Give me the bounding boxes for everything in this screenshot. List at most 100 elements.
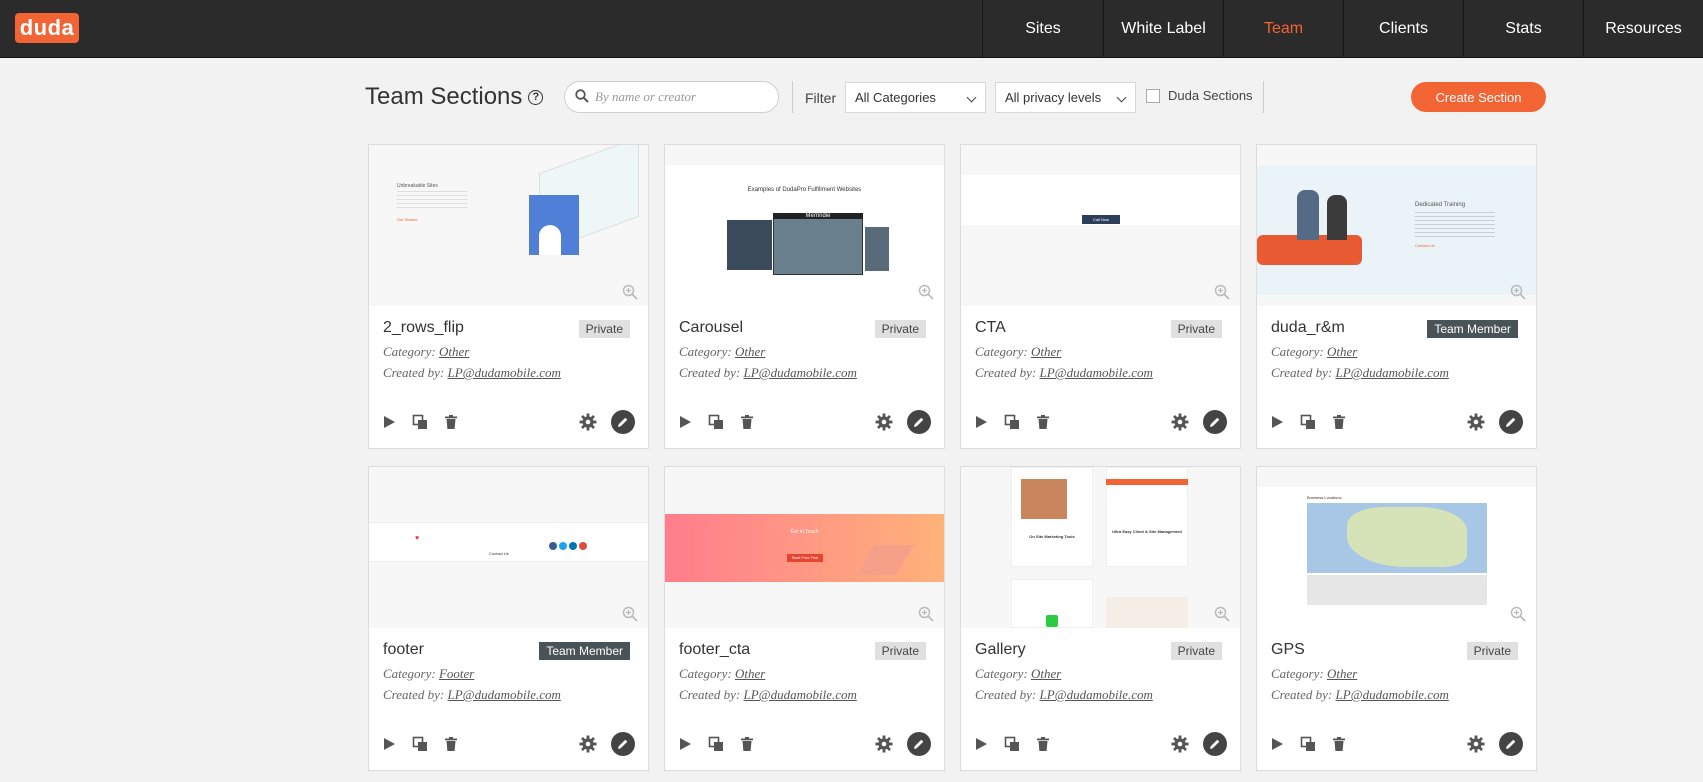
edit-button[interactable] — [1499, 732, 1523, 756]
nav-item-stats[interactable]: Stats — [1463, 0, 1583, 58]
trash-icon[interactable] — [739, 414, 755, 430]
duda-logo[interactable]: duda — [15, 13, 79, 43]
zoom-icon[interactable] — [1510, 606, 1526, 622]
edit-button[interactable] — [611, 732, 635, 756]
nav-item-white-label[interactable]: White Label — [1103, 0, 1223, 58]
trash-icon[interactable] — [443, 736, 459, 752]
creator-link[interactable]: LP@dudamobile.com — [1040, 687, 1153, 702]
preview-text: Business Locations — [1307, 495, 1342, 500]
section-card[interactable]: Dedicated Training Contact Us duda_r&m T… — [1256, 144, 1537, 449]
preview-graphic — [1297, 190, 1319, 240]
category-select[interactable]: All Categories — [845, 82, 986, 113]
trash-icon[interactable] — [443, 414, 459, 430]
gear-icon[interactable] — [579, 735, 597, 753]
duplicate-icon[interactable] — [1004, 736, 1020, 752]
trash-icon[interactable] — [1331, 414, 1347, 430]
duplicate-icon[interactable] — [1300, 736, 1316, 752]
duplicate-icon[interactable] — [1300, 414, 1316, 430]
preview-play-icon[interactable] — [1269, 736, 1285, 752]
nav-item-resources[interactable]: Resources — [1583, 0, 1703, 58]
preview-play-icon[interactable] — [677, 736, 693, 752]
preview-play-icon[interactable] — [1269, 414, 1285, 430]
gear-icon[interactable] — [875, 735, 893, 753]
edit-button[interactable] — [1499, 410, 1523, 434]
category-link[interactable]: Other — [1327, 344, 1357, 359]
zoom-icon[interactable] — [622, 284, 638, 300]
duda-sections-toggle[interactable]: Duda Sections — [1146, 88, 1253, 103]
trash-icon[interactable] — [1035, 414, 1051, 430]
creator-link[interactable]: LP@dudamobile.com — [1336, 365, 1449, 380]
section-thumbnail[interactable]: On Site Marketing Tools Ultra Easy Clien… — [961, 467, 1240, 628]
category-link[interactable]: Other — [439, 344, 469, 359]
duda-sections-checkbox[interactable] — [1146, 88, 1160, 103]
trash-icon[interactable] — [1035, 736, 1051, 752]
duplicate-icon[interactable] — [1004, 414, 1020, 430]
creator-link[interactable]: LP@dudamobile.com — [1040, 365, 1153, 380]
edit-button[interactable] — [1203, 410, 1227, 434]
edit-button[interactable] — [907, 732, 931, 756]
section-thumbnail[interactable]: Get in Touch Start Free Trial — [665, 467, 944, 628]
section-card[interactable]: ♥ Contact Us footer Team Member Category… — [368, 466, 649, 771]
creator-link[interactable]: LP@dudamobile.com — [744, 687, 857, 702]
preview-play-icon[interactable] — [381, 414, 397, 430]
preview-graphic — [539, 225, 561, 255]
section-thumbnail[interactable]: ♥ Contact Us — [369, 467, 648, 628]
privacy-select[interactable]: All privacy levels — [995, 82, 1136, 113]
preview-play-icon[interactable] — [381, 736, 397, 752]
section-thumbnail[interactable]: Dedicated Training Contact Us — [1257, 145, 1536, 306]
gear-icon[interactable] — [1171, 413, 1189, 431]
gear-icon[interactable] — [1171, 735, 1189, 753]
section-card[interactable]: Unbreakable Sites Get Started 2_rows_fli… — [368, 144, 649, 449]
section-card[interactable]: Business Locations GPS Private Category:… — [1256, 466, 1537, 771]
zoom-icon[interactable] — [918, 284, 934, 300]
category-link[interactable]: Footer — [439, 666, 474, 681]
creator-link[interactable]: LP@dudamobile.com — [448, 687, 561, 702]
preview-play-icon[interactable] — [973, 414, 989, 430]
category-link[interactable]: Other — [1031, 344, 1061, 359]
creator-label: Created by: — [679, 687, 741, 702]
gear-icon[interactable] — [875, 413, 893, 431]
creator-link[interactable]: LP@dudamobile.com — [1336, 687, 1449, 702]
preview-text: Unbreakable Sites — [397, 183, 438, 189]
section-thumbnail[interactable]: Business Locations — [1257, 467, 1536, 628]
trash-icon[interactable] — [739, 736, 755, 752]
zoom-icon[interactable] — [1510, 284, 1526, 300]
section-card[interactable]: On Site Marketing Tools Ultra Easy Clien… — [960, 466, 1241, 771]
edit-button[interactable] — [907, 410, 931, 434]
category-link[interactable]: Other — [1031, 666, 1061, 681]
section-card[interactable]: Call Now CTA Private Category: Other Cre… — [960, 144, 1241, 449]
trash-icon[interactable] — [1331, 736, 1347, 752]
nav-item-team[interactable]: Team — [1223, 0, 1343, 58]
nav-item-sites[interactable]: Sites — [982, 0, 1103, 58]
duplicate-icon[interactable] — [708, 414, 724, 430]
section-card[interactable]: Get in Touch Start Free Trial footer_cta… — [664, 466, 945, 771]
duplicate-icon[interactable] — [708, 736, 724, 752]
section-thumbnail[interactable]: Unbreakable Sites Get Started — [369, 145, 648, 306]
creator-link[interactable]: LP@dudamobile.com — [744, 365, 857, 380]
section-thumbnail[interactable]: Examples of DudaPro Fulfillment Websites… — [665, 145, 944, 306]
zoom-icon[interactable] — [1214, 606, 1230, 622]
nav-item-clients[interactable]: Clients — [1343, 0, 1463, 58]
edit-button[interactable] — [1203, 732, 1227, 756]
zoom-icon[interactable] — [622, 606, 638, 622]
creator-link[interactable]: LP@dudamobile.com — [448, 365, 561, 380]
help-icon[interactable]: ? — [528, 89, 544, 105]
preview-play-icon[interactable] — [973, 736, 989, 752]
gear-icon[interactable] — [579, 413, 597, 431]
category-link[interactable]: Other — [735, 344, 765, 359]
search-input[interactable] — [595, 86, 770, 108]
duplicate-icon[interactable] — [412, 736, 428, 752]
preview-play-icon[interactable] — [677, 414, 693, 430]
category-link[interactable]: Other — [735, 666, 765, 681]
gear-icon[interactable] — [1467, 735, 1485, 753]
gear-icon[interactable] — [1467, 413, 1485, 431]
creator-label: Created by: — [383, 365, 445, 380]
edit-button[interactable] — [611, 410, 635, 434]
create-section-button[interactable]: Create Section — [1411, 82, 1546, 112]
section-card[interactable]: Examples of DudaPro Fulfillment Websites… — [664, 144, 945, 449]
category-link[interactable]: Other — [1327, 666, 1357, 681]
section-thumbnail[interactable]: Call Now — [961, 145, 1240, 306]
zoom-icon[interactable] — [1214, 284, 1230, 300]
zoom-icon[interactable] — [918, 606, 934, 622]
duplicate-icon[interactable] — [412, 414, 428, 430]
